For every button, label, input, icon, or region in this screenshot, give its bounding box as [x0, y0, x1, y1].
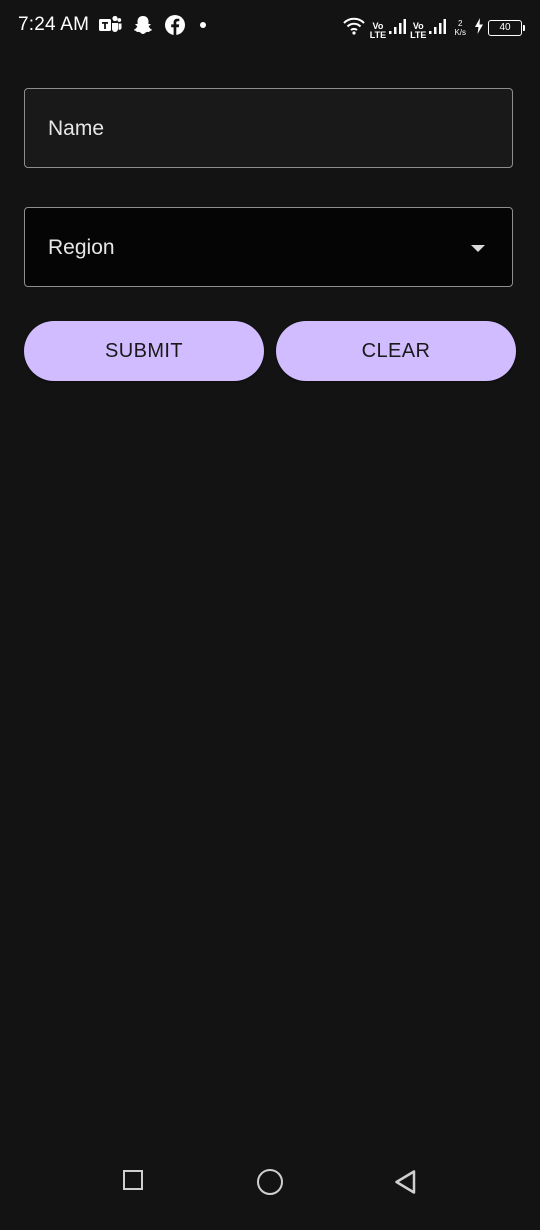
home-circle-icon[interactable]	[257, 1169, 283, 1195]
submit-button-label: SUBMIT	[105, 339, 183, 362]
sim1-lte-text: LTE	[369, 29, 387, 40]
teams-icon	[98, 14, 122, 41]
network-speed: 2 K/s	[454, 19, 466, 37]
system-icons: Vo LTE Vo LTE 2 K/s 40	[342, 15, 525, 41]
network-speed-value: 2	[457, 19, 463, 28]
status-time: 7:24 AM	[18, 14, 90, 35]
recents-square-icon[interactable]	[123, 1170, 143, 1190]
sim2-lte-text: LTE	[410, 29, 427, 40]
name-field[interactable]: Name	[24, 88, 513, 168]
battery-level: 40	[499, 22, 511, 33]
wifi-icon	[342, 16, 366, 41]
clear-button-label: CLEAR	[361, 339, 431, 362]
name-field-label: Name	[48, 117, 105, 140]
submit-button[interactable]: SUBMIT	[24, 321, 264, 381]
sim2-volte-label: Vo LTE	[410, 21, 427, 40]
snapchat-icon	[132, 14, 154, 41]
status-bar: 7:24 AM Vo LTE Vo LTE 2 K/s 40	[0, 0, 540, 56]
region-dropdown[interactable]: Region	[24, 207, 513, 287]
signal-bars-icon	[428, 17, 447, 40]
system-navigation-bar	[0, 1158, 540, 1230]
notification-icons	[98, 14, 210, 41]
back-triangle-icon[interactable]	[393, 1169, 419, 1200]
network-speed-unit: K/s	[454, 28, 466, 37]
signal-bars-icon	[388, 17, 407, 40]
sim1-signal: Vo LTE	[369, 17, 407, 40]
charging-bolt-icon	[474, 17, 484, 39]
sim1-volte-label: Vo LTE	[369, 21, 387, 40]
clear-button[interactable]: CLEAR	[276, 321, 516, 381]
facebook-icon	[164, 14, 186, 41]
battery-icon: 40	[488, 20, 525, 36]
region-dropdown-label: Region	[48, 236, 115, 259]
app-screen: 7:24 AM Vo LTE Vo LTE 2 K/s 40 Name Regi…	[0, 0, 540, 1230]
sim2-signal: Vo LTE	[410, 17, 447, 40]
dropdown-arrow-icon	[471, 245, 485, 252]
notification-dot-icon	[196, 18, 210, 37]
